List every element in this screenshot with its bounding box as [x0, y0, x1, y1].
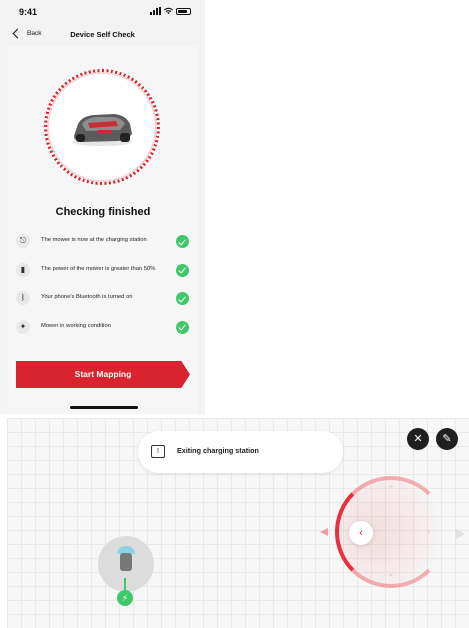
- self-check-screen: 9:41 Back Device Self Check Checking fin…: [0, 0, 205, 414]
- status-bar: 9:41: [0, 0, 205, 24]
- close-button[interactable]: ✕: [407, 428, 429, 450]
- check-item: ▮ The power of the mower is greater than…: [14, 261, 194, 290]
- battery-status-icon: [176, 7, 191, 15]
- direction-left-icon: [320, 528, 328, 536]
- check-item: ᛒ Your phone's Bluetooth is turned on: [14, 289, 194, 318]
- checkmark-icon: [176, 263, 189, 277]
- wifi-icon: [164, 7, 173, 15]
- edit-icon: ✎: [442, 433, 452, 445]
- joystick-knob[interactable]: ‹: [349, 521, 373, 545]
- checkmark-icon: [176, 235, 189, 248]
- check-item: ✦ Mower in working condition: [14, 318, 194, 347]
- edit-button[interactable]: ✎: [436, 428, 458, 450]
- check-item-text: The power of the mower is greater than 5…: [41, 265, 156, 272]
- battery-icon: ▮: [16, 262, 30, 277]
- mower-status-ring: [44, 69, 160, 185]
- status-icons: [150, 7, 191, 15]
- start-mapping-button[interactable]: Start Mapping: [16, 361, 190, 388]
- mower-image: [72, 114, 132, 146]
- chevron-right-icon: ›: [427, 526, 430, 536]
- charging-station-marker: [98, 536, 154, 592]
- check-item: ⎋ The mower is now at the charging stati…: [14, 232, 194, 261]
- mapping-canvas[interactable]: ! Exiting charging station ✕ ✎ ⌃ ⌄ › ‹ ⚡: [7, 418, 469, 628]
- mower-marker-icon: [120, 553, 132, 571]
- check-item-text: Mower in working condition: [41, 322, 111, 329]
- checkmark-icon: [176, 292, 189, 305]
- joystick[interactable]: ⌃ ⌄ › ‹: [335, 476, 447, 588]
- close-icon: ✕: [413, 433, 423, 445]
- toast-text: Exiting charging station: [177, 446, 259, 455]
- check-list: ⎋ The mower is now at the charging stati…: [14, 232, 194, 346]
- page-title: Device Self Check: [70, 30, 135, 39]
- charging-bolt-icon: ⚡: [117, 590, 133, 606]
- status-time: 9:41: [19, 7, 38, 17]
- charging-station-icon: ⎋: [16, 234, 30, 248]
- check-item-text: The mower is now at the charging station: [41, 237, 147, 243]
- chevron-down-icon: ⌄: [387, 568, 395, 578]
- chevron-up-icon: ⌃: [387, 484, 395, 494]
- direction-right-icon: [455, 528, 465, 540]
- home-indicator: [70, 406, 138, 409]
- check-item-text: Your phone's Bluetooth is turned on: [41, 294, 133, 300]
- check-result-heading: Checking finished: [55, 206, 151, 218]
- info-icon: !: [151, 445, 165, 458]
- signal-icon: [150, 7, 161, 15]
- checkmark-icon: [176, 320, 189, 334]
- nav-bar: Back Device Self Check: [0, 26, 205, 44]
- mower-image-frame: [49, 74, 155, 180]
- bluetooth-icon: ᛒ: [16, 291, 30, 305]
- status-toast: ! Exiting charging station: [138, 431, 343, 473]
- mower-condition-icon: ✦: [16, 319, 30, 334]
